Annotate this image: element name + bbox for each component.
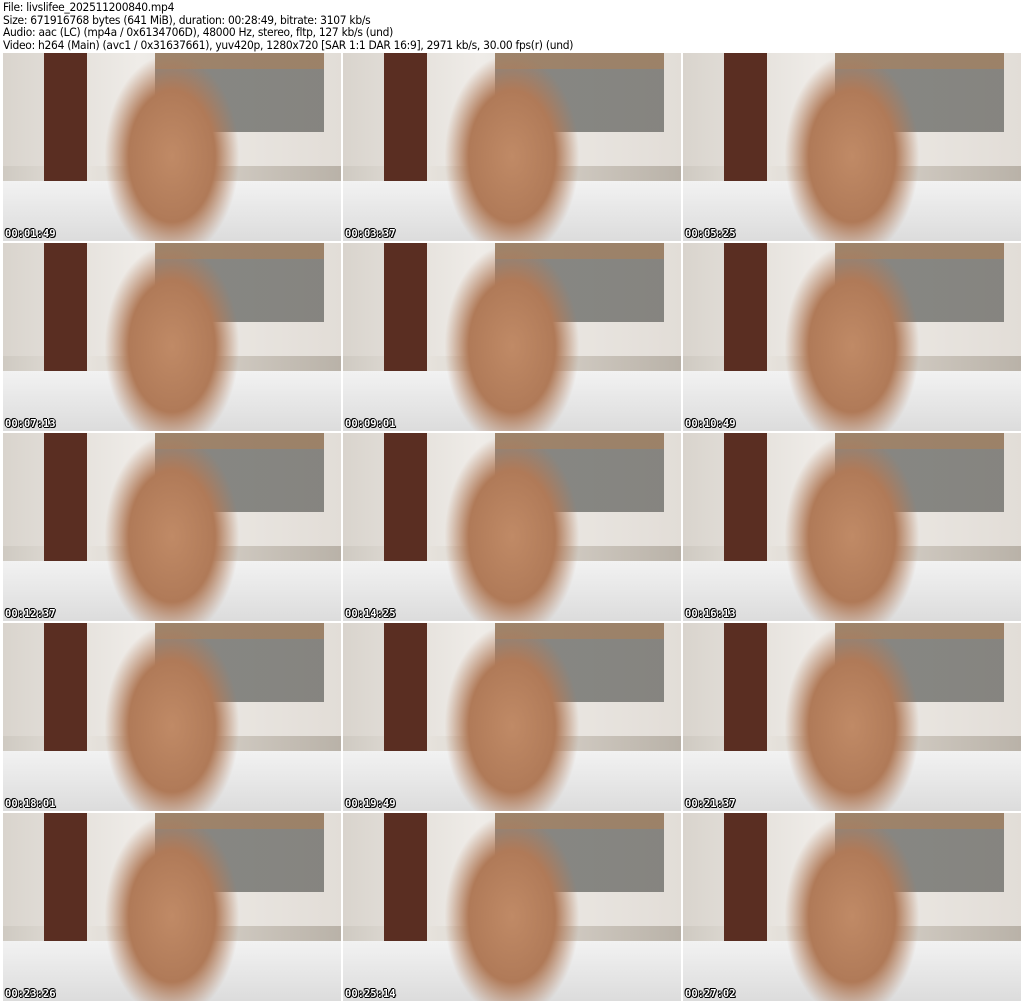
thumbnail-figure xyxy=(444,813,580,1001)
video-thumbnail: 00:16:13 xyxy=(683,433,1021,621)
thumbnail-timestamp: 00:05:25 xyxy=(685,228,736,240)
video-thumbnail: 00:03:37 xyxy=(343,53,681,241)
video-thumbnail: 00:14:25 xyxy=(343,433,681,621)
thumbnail-timestamp: 00:21:37 xyxy=(685,798,736,810)
video-thumbnail: 00:19:49 xyxy=(343,623,681,811)
file-info-header: File: livslifee_202511200840.mp4 Size: 6… xyxy=(3,1,573,51)
thumbnail-figure xyxy=(104,53,240,241)
thumbnail-figure xyxy=(444,53,580,241)
thumbnail-figure xyxy=(444,433,580,621)
thumbnail-timestamp: 00:03:37 xyxy=(345,228,396,240)
thumbnail-figure xyxy=(444,243,580,431)
video-thumbnail: 00:12:37 xyxy=(3,433,341,621)
thumbnail-figure xyxy=(104,433,240,621)
thumbnail-timestamp: 00:16:13 xyxy=(685,608,736,620)
thumbnail-figure xyxy=(784,433,920,621)
thumbnail-timestamp: 00:25:14 xyxy=(345,988,396,1000)
video-thumbnail: 00:18:01 xyxy=(3,623,341,811)
thumbnail-timestamp: 00:01:49 xyxy=(5,228,56,240)
video-info: Video: h264 (Main) (avc1 / 0x31637661), … xyxy=(3,37,574,52)
audio-info: Audio: aac (LC) (mp4a / 0x6134706D), 480… xyxy=(3,25,394,39)
video-thumbnail: 00:27:02 xyxy=(683,813,1021,1001)
thumbnail-figure xyxy=(784,243,920,431)
video-thumbnail: 00:21:37 xyxy=(683,623,1021,811)
thumbnail-timestamp: 00:18:01 xyxy=(5,798,56,810)
video-thumbnail: 00:07:13 xyxy=(3,243,341,431)
video-thumbnail: 00:09:01 xyxy=(343,243,681,431)
video-thumbnail: 00:01:49 xyxy=(3,53,341,241)
thumbnail-timestamp: 00:10:49 xyxy=(685,418,736,430)
thumbnail-figure xyxy=(784,53,920,241)
video-thumbnail: 00:25:14 xyxy=(343,813,681,1001)
video-thumbnail: 00:05:25 xyxy=(683,53,1021,241)
thumbnail-figure xyxy=(444,623,580,811)
thumbnail-timestamp: 00:07:13 xyxy=(5,418,56,430)
thumbnail-timestamp: 00:27:02 xyxy=(685,988,736,1000)
thumbnail-figure xyxy=(784,623,920,811)
thumbnail-timestamp: 00:23:26 xyxy=(5,988,56,1000)
thumbnail-grid: 00:01:49 00:03:37 00:05:25 00:07:13 00:09:01… xyxy=(3,53,1021,1001)
thumbnail-figure xyxy=(104,243,240,431)
thumbnail-figure xyxy=(104,813,240,1001)
thumbnail-timestamp: 00:09:01 xyxy=(345,418,396,430)
thumbnail-timestamp: 00:19:49 xyxy=(345,798,396,810)
video-thumbnail: 00:23:26 xyxy=(3,813,341,1001)
thumbnail-figure xyxy=(784,813,920,1001)
file-name: File: livslifee_202511200840.mp4 xyxy=(3,0,175,14)
thumbnail-timestamp: 00:14:25 xyxy=(345,608,396,620)
thumbnail-figure xyxy=(104,623,240,811)
thumbnail-timestamp: 00:12:37 xyxy=(5,608,56,620)
video-thumbnail: 00:10:49 xyxy=(683,243,1021,431)
